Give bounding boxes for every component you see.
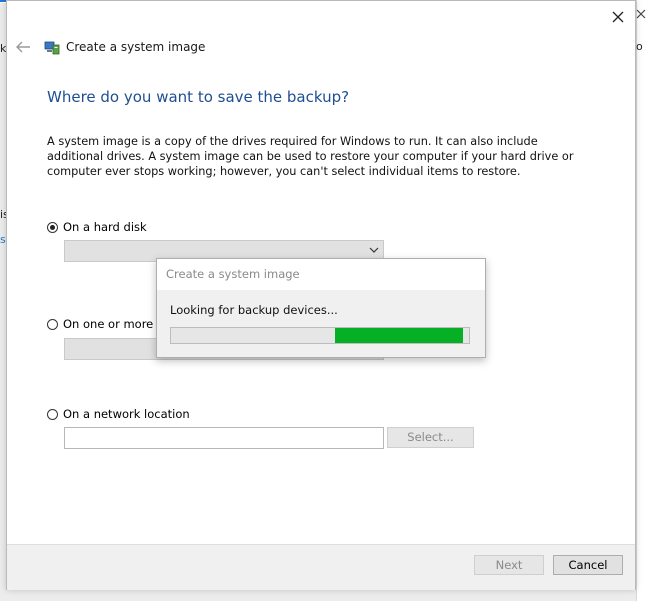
- network-location-input[interactable]: [64, 427, 384, 449]
- hard-disk-label[interactable]: On a hard disk: [63, 220, 147, 234]
- backup-app-icon: [44, 41, 60, 55]
- description-text: A system image is a copy of the drives r…: [47, 135, 574, 178]
- network-radio[interactable]: [47, 409, 58, 420]
- back-arrow-icon[interactable]: [15, 40, 31, 54]
- hard-disk-radio[interactable]: [47, 222, 58, 233]
- popup-message: Looking for backup devices...: [170, 303, 338, 317]
- page-heading: Where do you want to save the backup?: [47, 88, 350, 106]
- progress-bar-fill: [334, 328, 464, 343]
- progress-popup: Create a system image Looking for backup…: [156, 258, 486, 358]
- dialog-footer: Next Cancel: [7, 544, 635, 590]
- background-window-right: [636, 0, 649, 601]
- network-select-button[interactable]: Select...: [387, 427, 474, 448]
- progress-bar: [170, 327, 470, 344]
- popup-title: Create a system image: [166, 267, 300, 281]
- next-button[interactable]: Next: [474, 555, 544, 575]
- cancel-button[interactable]: Cancel: [553, 555, 623, 575]
- dvd-radio[interactable]: [47, 319, 58, 330]
- background-text-fragment: s: [0, 233, 6, 246]
- popup-body: Looking for backup devices...: [157, 290, 485, 357]
- dvd-label[interactable]: On one or more D: [63, 317, 166, 331]
- background-text-fragment: o: [636, 40, 643, 53]
- dialog-title: Create a system image: [66, 40, 206, 54]
- network-label[interactable]: On a network location: [63, 407, 190, 421]
- chevron-down-icon: [369, 247, 379, 253]
- close-icon[interactable]: [610, 9, 626, 25]
